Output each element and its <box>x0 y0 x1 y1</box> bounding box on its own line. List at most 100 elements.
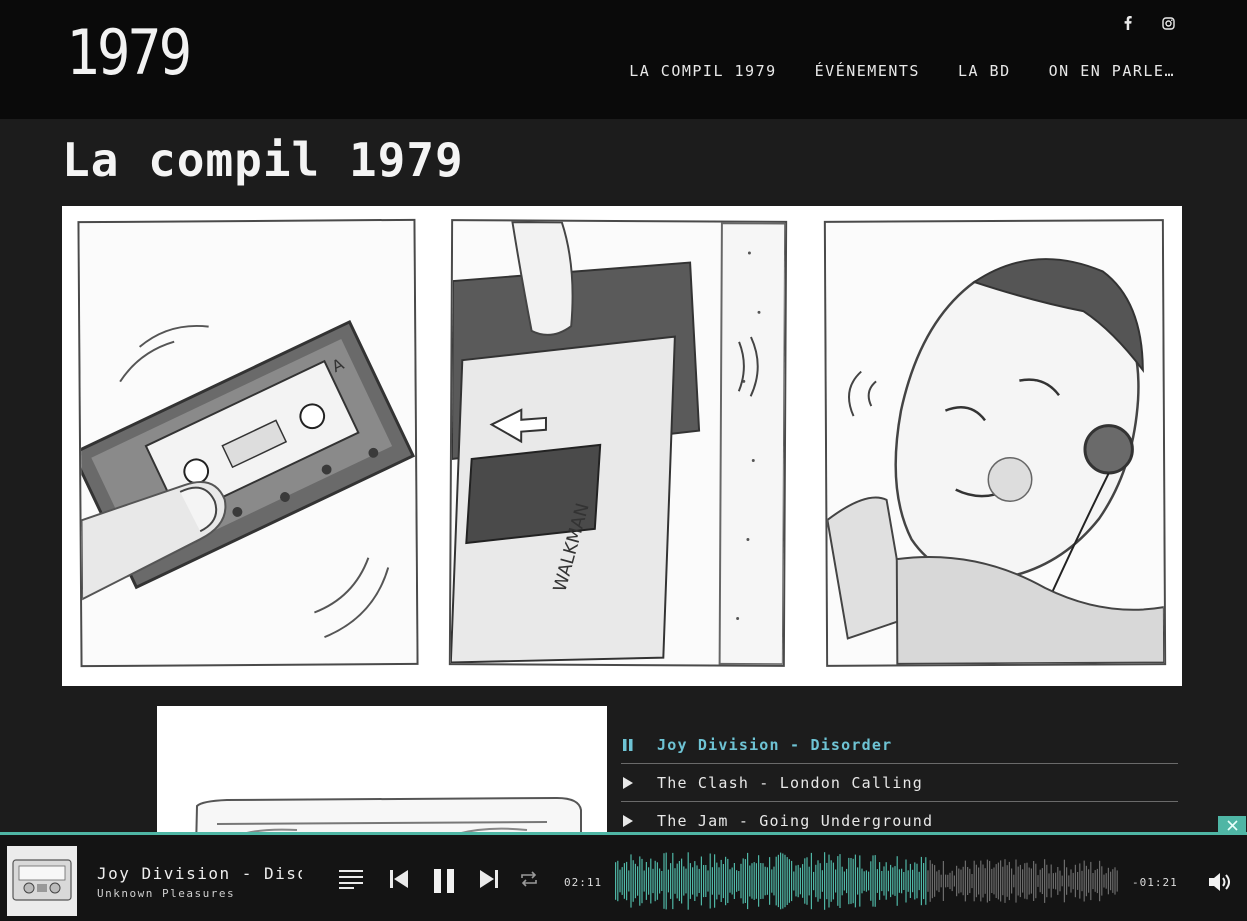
waveform-bar <box>813 871 815 891</box>
comic-panel-listener <box>823 219 1167 667</box>
pause-button[interactable] <box>433 869 455 893</box>
comic-strip: A WALKMAN <box>62 206 1182 686</box>
nav-item-on-en-parle[interactable]: ON EN PARLE… <box>1049 62 1175 80</box>
waveform-bar <box>663 853 665 909</box>
waveform-bar <box>1006 865 1008 897</box>
waveform-bar <box>914 862 916 900</box>
waveform-bar <box>826 862 828 900</box>
facebook-icon[interactable] <box>1121 16 1135 30</box>
waveform-bar <box>879 862 881 900</box>
waveform-bar <box>656 862 658 900</box>
waveform-bar <box>953 875 955 887</box>
site-logo[interactable]: 1979 <box>66 22 192 84</box>
waveform-bar <box>742 858 744 904</box>
waveform-bar <box>711 867 713 895</box>
waveform-bar <box>665 852 667 910</box>
playlist-track[interactable]: Joy Division - Disorder <box>621 726 1178 764</box>
waveform-bar <box>650 858 652 904</box>
waveform-bar <box>925 857 927 905</box>
play-icon[interactable] <box>621 815 657 827</box>
waveform-bar <box>980 860 982 902</box>
waveform-bar <box>1026 862 1028 900</box>
waveform-bar <box>777 854 779 908</box>
waveform-bar <box>1090 861 1092 901</box>
waveform-bar <box>964 860 966 902</box>
waveform-bar <box>1107 867 1109 895</box>
nav-item-la-bd[interactable]: LA BD <box>958 62 1011 80</box>
previous-button[interactable] <box>389 869 409 889</box>
next-button[interactable] <box>479 869 499 889</box>
waveform-bar <box>615 862 617 900</box>
waveform-bar <box>835 869 837 893</box>
waveform-bar <box>1057 867 1059 895</box>
waveform-bar <box>733 863 735 899</box>
waveform-bar <box>755 863 757 899</box>
waveform-bar <box>1037 875 1039 887</box>
nav-item-la-compil[interactable]: LA COMPIL 1979 <box>629 62 776 80</box>
waveform-bar <box>1059 870 1061 892</box>
main-nav: LA COMPIL 1979 ÉVÉNEMENTS LA BD ON EN PA… <box>629 62 1175 80</box>
waveform-bar <box>1050 864 1052 898</box>
waveform-seekbar[interactable] <box>615 851 1121 911</box>
play-icon[interactable] <box>621 776 657 789</box>
waveform-bar <box>795 865 797 897</box>
now-playing-album: Unknown Pleasures <box>97 887 236 900</box>
waveform-bar <box>909 863 911 898</box>
instagram-icon[interactable] <box>1161 16 1175 30</box>
waveform-bar <box>753 862 755 900</box>
waveform-bar <box>848 857 850 905</box>
waveform-bar <box>681 858 683 904</box>
waveform-bar <box>929 860 931 902</box>
waveform-bar <box>956 865 958 897</box>
list-icon <box>339 870 363 889</box>
waveform-bar <box>1112 869 1114 893</box>
waveform-bar <box>722 864 724 899</box>
waveform-bar <box>780 852 782 910</box>
waveform-bar <box>619 869 621 893</box>
waveform-bar <box>934 865 936 897</box>
waveform-bar <box>824 852 826 910</box>
volume-icon <box>1209 873 1230 891</box>
waveform-bar <box>846 868 848 894</box>
waveform-bar <box>1101 866 1103 896</box>
waveform-bar <box>857 867 859 895</box>
waveform-bar <box>817 860 819 902</box>
waveform-bar <box>694 861 696 901</box>
waveform-bar <box>978 867 980 895</box>
waveform-bar <box>718 867 720 895</box>
waveform-bar <box>989 860 991 901</box>
waveform-bar <box>923 863 925 900</box>
waveform-bar <box>854 854 856 908</box>
waveform-bar <box>901 868 903 894</box>
waveform-bar <box>837 856 839 906</box>
waveform-bar <box>940 874 942 888</box>
cassette-cover-drawing <box>157 706 607 846</box>
waveform-bar <box>962 866 964 896</box>
waveform-bar <box>667 869 669 893</box>
waveform-bar <box>1103 874 1105 888</box>
volume-button[interactable] <box>1208 872 1234 896</box>
waveform-bar <box>830 860 832 902</box>
waveform-bar <box>804 858 806 904</box>
waveform-bar <box>652 868 654 894</box>
waveform-bar <box>782 853 784 909</box>
nav-item-evenements[interactable]: ÉVÉNEMENTS <box>815 62 920 80</box>
repeat-button[interactable] <box>519 869 539 889</box>
waveform-bar <box>894 866 896 896</box>
waveform-bar <box>793 871 795 891</box>
close-player-button[interactable] <box>1218 816 1246 835</box>
pause-icon[interactable] <box>621 738 657 751</box>
waveform-bar <box>843 871 845 891</box>
waveform-bar <box>967 867 969 895</box>
waveform-bar <box>1079 863 1081 899</box>
waveform-bar <box>716 862 718 900</box>
playlist-toggle-button[interactable] <box>338 869 364 889</box>
playlist-track[interactable]: The Clash - London Calling <box>621 764 1178 802</box>
waveform-bar <box>1041 868 1043 894</box>
comic-panel-cassette: A <box>77 218 419 668</box>
waveform-bar <box>997 862 999 900</box>
waveform-bar <box>1048 873 1050 889</box>
waveform-bar <box>714 854 716 908</box>
waveform-bar <box>883 866 885 896</box>
waveform-bar <box>938 869 940 893</box>
